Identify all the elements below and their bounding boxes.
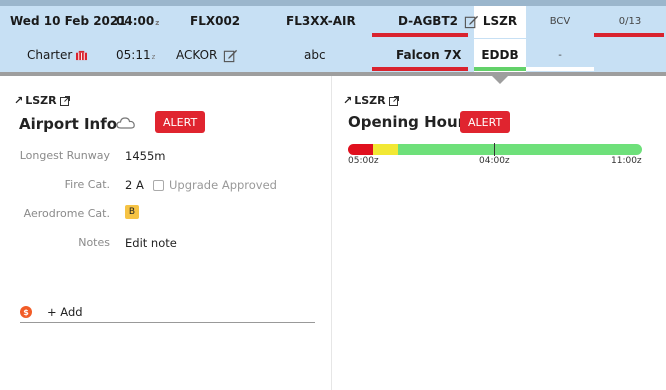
- panel-divider: [331, 76, 332, 390]
- pax-count: 0/13: [618, 15, 642, 27]
- upgrade-approved-checkbox[interactable]: Upgrade Approved: [153, 178, 277, 192]
- departure-airport[interactable]: LSZR: [474, 10, 526, 32]
- cloud-icon: [116, 117, 135, 129]
- external-link-icon[interactable]: [59, 95, 70, 106]
- flight-date: Wed 10 Feb 2021: [10, 14, 127, 28]
- aircraft-type: Falcon 7X: [396, 48, 462, 62]
- airport-alert-button[interactable]: ALERT: [155, 111, 206, 133]
- notes-label: Notes: [78, 236, 110, 249]
- longest-runway-label: Longest Runway: [19, 149, 110, 162]
- callsign: FL3XX-AIR: [286, 14, 356, 28]
- selection-caret: [492, 76, 508, 84]
- aircraft-registration[interactable]: D-AGBT2: [398, 10, 479, 32]
- aerodrome-cat-badge: B: [125, 205, 139, 219]
- opening-hours-alert-button[interactable]: ALERT: [460, 111, 511, 133]
- add-row-underline: [20, 322, 315, 323]
- edit-icon[interactable]: [223, 48, 238, 63]
- timeline-start-label: 05:00z: [348, 156, 379, 166]
- opening-hours-timeline: [348, 144, 642, 155]
- arrival-status-bar: [474, 67, 526, 71]
- aircraft-status-bar: [372, 67, 468, 71]
- arrival-airport[interactable]: EDDB: [474, 44, 526, 66]
- registration-status-bar: [372, 33, 468, 37]
- current-time-marker: [494, 143, 495, 156]
- add-button[interactable]: + Add: [47, 305, 83, 319]
- panel-title-opening-hours: Opening Hours: [348, 113, 474, 131]
- airport-link-right[interactable]: ↗ LSZR: [343, 94, 399, 107]
- alternate-airport: BCV: [549, 15, 571, 27]
- alternate-status-bar: [526, 67, 594, 71]
- trip-note: abc: [304, 48, 326, 62]
- arrival-time: 05:11 z: [116, 48, 156, 62]
- timeline-mid-label: 04:00z: [479, 156, 510, 166]
- header-divider: [0, 72, 666, 76]
- fire-cat-value: 2 A: [125, 178, 144, 192]
- checkbox-box[interactable]: [153, 179, 164, 191]
- airport-link[interactable]: ↗ LSZR: [14, 94, 70, 107]
- timeline-segment-restricted: [372, 144, 398, 155]
- arrow-icon: ↗: [343, 94, 353, 107]
- charter-icon: [76, 50, 88, 60]
- panel-title-airport-info: Airport Info: [19, 115, 118, 133]
- departure-time: 04:00 z: [116, 14, 160, 28]
- timeline-segment-closed: [348, 144, 373, 155]
- flight-number[interactable]: FLX002: [190, 10, 240, 32]
- timeline-segment-open: [397, 144, 642, 155]
- fire-cat-label: Fire Cat.: [64, 178, 110, 191]
- flight-type: Charter: [27, 44, 88, 66]
- arrow-icon: ↗: [14, 94, 24, 107]
- timeline-end-label: 11:00z: [611, 156, 642, 166]
- dollar-icon: $: [20, 306, 32, 318]
- add-cost-row[interactable]: $ + Add: [20, 305, 83, 319]
- aerodrome-cat-label: Aerodrome Cat.: [23, 207, 110, 220]
- edit-note-link[interactable]: Edit note: [125, 236, 177, 250]
- flight-header: Wed 10 Feb 2021 04:00 z FLX002 FL3XX-AIR …: [0, 0, 666, 72]
- alternate-airport-row2: -: [558, 49, 562, 61]
- longest-runway-value: 1455m: [125, 149, 166, 163]
- external-link-icon[interactable]: [388, 95, 399, 106]
- pax-status-bar: [594, 33, 664, 37]
- crew[interactable]: ACKOR: [176, 44, 238, 66]
